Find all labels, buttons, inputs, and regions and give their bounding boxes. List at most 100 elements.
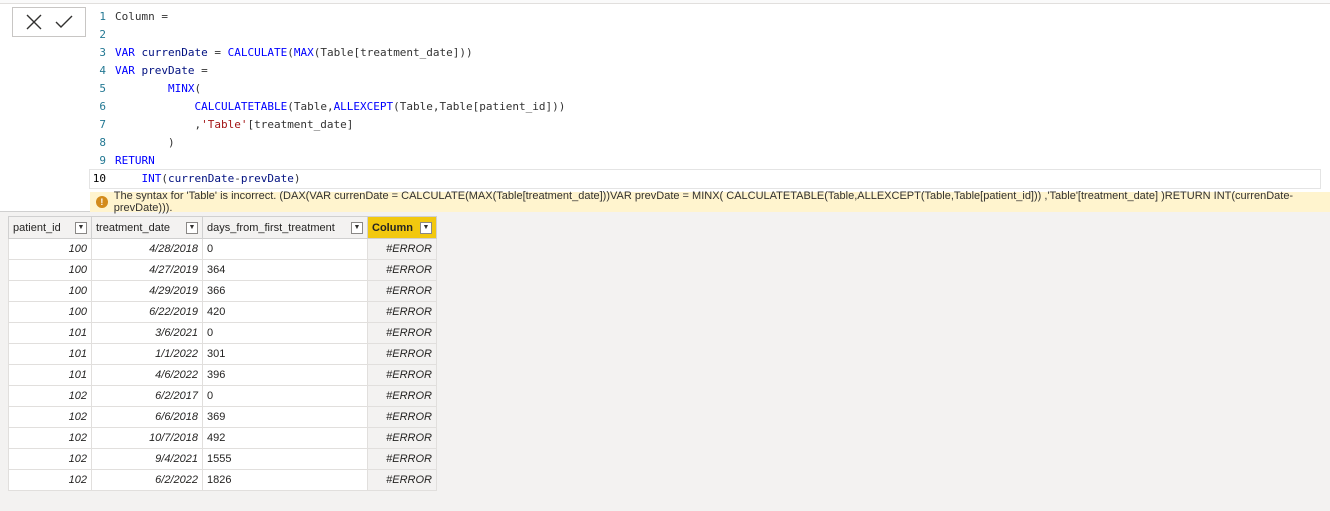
code-line[interactable]: 3 VAR currenDate = CALCULATE(MAX (Table[tr… <box>90 44 1320 62</box>
table-row[interactable]: 100 4/28/2018 0 #ERROR <box>8 238 437 260</box>
table-cell[interactable]: #ERROR <box>367 448 437 470</box>
table-cell[interactable]: 100 <box>8 301 92 323</box>
code-line[interactable]: 9 RETURN <box>90 152 1320 170</box>
table-row[interactable]: 102 6/6/2018 369 #ERROR <box>8 406 437 428</box>
data-grid: patient_id ▼ treatment_date ▼ days_from_fi… <box>8 216 437 491</box>
code-token: , <box>115 118 202 131</box>
table-cell[interactable]: 102 <box>8 385 92 407</box>
table-cell[interactable]: 1555 <box>202 448 368 470</box>
table-cell[interactable]: #ERROR <box>367 406 437 428</box>
table-cell[interactable]: 100 <box>8 238 92 260</box>
table-row[interactable]: 101 1/1/2022 301 #ERROR <box>8 343 437 365</box>
code-token: currenDate <box>141 46 208 59</box>
table-cell[interactable]: 10/7/2018 <box>91 427 203 449</box>
table-cell[interactable]: 102 <box>8 427 92 449</box>
commit-check-icon[interactable] <box>52 10 76 34</box>
table-cell[interactable]: 0 <box>202 238 368 260</box>
table-cell[interactable]: #ERROR <box>367 238 437 260</box>
code-token: ) <box>115 136 175 149</box>
chevron-down-icon[interactable]: ▼ <box>75 221 87 234</box>
code-line[interactable]: 1 Column = <box>90 8 1320 26</box>
table-cell[interactable]: 364 <box>202 259 368 281</box>
table-cell[interactable]: 102 <box>8 469 92 491</box>
table-row[interactable]: 102 6/2/2017 0 #ERROR <box>8 385 437 407</box>
table-cell[interactable]: #ERROR <box>367 280 437 302</box>
table-cell[interactable]: 6/6/2018 <box>91 406 203 428</box>
code-token: VAR <box>115 46 135 59</box>
table-row[interactable]: 100 6/22/2019 420 #ERROR <box>8 301 437 323</box>
table-cell[interactable]: #ERROR <box>367 364 437 386</box>
table-cell[interactable]: 102 <box>8 448 92 470</box>
code-line[interactable]: 10 INT(currenDate - prevDate) <box>89 169 1321 189</box>
code-line[interactable]: 6 CALCULATETABLE (Table, ALLEXCEPT (Table,T… <box>90 98 1320 116</box>
line-number: 10 <box>92 172 106 185</box>
table-cell[interactable]: 6/2/2022 <box>91 469 203 491</box>
table-cell[interactable]: 366 <box>202 280 368 302</box>
code-line[interactable]: 2 <box>90 26 1320 44</box>
table-cell[interactable]: 3/6/2021 <box>91 322 203 344</box>
code-line[interactable]: 4 VAR prevDate = <box>90 62 1320 80</box>
table-cell[interactable]: #ERROR <box>367 343 437 365</box>
chevron-down-icon[interactable]: ▼ <box>420 221 432 234</box>
table-row[interactable]: 100 4/27/2019 364 #ERROR <box>8 259 437 281</box>
code-line[interactable]: 7 , 'Table' [treatment_date] <box>90 116 1320 134</box>
table-cell[interactable]: #ERROR <box>367 469 437 491</box>
code-token: currenDate <box>168 172 235 185</box>
table-cell[interactable]: 1/1/2022 <box>91 343 203 365</box>
code-token: ( <box>287 46 294 59</box>
table-cell[interactable]: 1826 <box>202 469 368 491</box>
table-cell[interactable]: 4/28/2018 <box>91 238 203 260</box>
column-header-column[interactable]: Column ▼ <box>367 216 437 239</box>
table-row[interactable]: 102 10/7/2018 492 #ERROR <box>8 427 437 449</box>
table-cell[interactable]: #ERROR <box>367 385 437 407</box>
column-header-days-from-first-treatment[interactable]: days_from_first_treatment ▼ <box>202 216 368 239</box>
table-row[interactable]: 102 6/2/2022 1826 #ERROR <box>8 469 437 491</box>
table-row[interactable]: 101 3/6/2021 0 #ERROR <box>8 322 437 344</box>
table-cell[interactable]: 102 <box>8 406 92 428</box>
table-cell[interactable]: 4/6/2022 <box>91 364 203 386</box>
table-cell[interactable]: #ERROR <box>367 259 437 281</box>
table-cell[interactable]: #ERROR <box>367 427 437 449</box>
table-cell[interactable]: 101 <box>8 322 92 344</box>
chevron-down-icon[interactable]: ▼ <box>351 221 363 234</box>
table-cell[interactable]: 420 <box>202 301 368 323</box>
table-cell[interactable]: 100 <box>8 280 92 302</box>
table-cell[interactable]: 6/2/2017 <box>91 385 203 407</box>
code-token: MAX <box>293 46 314 59</box>
table-cell[interactable]: #ERROR <box>367 322 437 344</box>
table-cell[interactable]: 101 <box>8 343 92 365</box>
line-number: 3 <box>99 46 106 59</box>
cancel-x-icon[interactable] <box>22 10 46 34</box>
table-cell[interactable]: 369 <box>202 406 368 428</box>
table-cell[interactable]: 301 <box>202 343 368 365</box>
table-cell[interactable]: 4/29/2019 <box>91 280 203 302</box>
code-token: - <box>234 172 241 185</box>
table-cell[interactable]: 396 <box>202 364 368 386</box>
chevron-down-icon[interactable]: ▼ <box>186 221 198 234</box>
table-row[interactable]: 101 4/6/2022 396 #ERROR <box>8 364 437 386</box>
code-token: CALCULATETABLE <box>194 100 288 113</box>
table-cell[interactable]: #ERROR <box>367 301 437 323</box>
table-cell[interactable]: 9/4/2021 <box>91 448 203 470</box>
code-token: (Table, <box>287 100 334 113</box>
dax-code-editor[interactable]: 1 Column = 2 3 VAR currenDate = CALCULATE(MA… <box>89 8 1321 194</box>
column-header-patient-id[interactable]: patient_id ▼ <box>8 216 92 239</box>
code-token: CALCULATE <box>227 46 288 59</box>
line-number: 2 <box>99 28 106 41</box>
code-line[interactable]: 5 MINX( <box>90 80 1320 98</box>
table-cell[interactable]: 0 <box>202 322 368 344</box>
table-cell[interactable]: 100 <box>8 259 92 281</box>
column-header-treatment-date[interactable]: treatment_date ▼ <box>91 216 203 239</box>
table-cell[interactable]: 6/22/2019 <box>91 301 203 323</box>
code-line[interactable]: 8 ) <box>90 134 1320 152</box>
code-token: 'Table' <box>201 118 248 131</box>
table-cell[interactable]: 492 <box>202 427 368 449</box>
line-number: 6 <box>99 100 106 113</box>
table-cell[interactable]: 101 <box>8 364 92 386</box>
code-token: = <box>207 46 228 59</box>
table-cell[interactable]: 0 <box>202 385 368 407</box>
table-cell[interactable]: 4/27/2019 <box>91 259 203 281</box>
table-row[interactable]: 102 9/4/2021 1555 #ERROR <box>8 448 437 470</box>
table-row[interactable]: 100 4/29/2019 366 #ERROR <box>8 280 437 302</box>
